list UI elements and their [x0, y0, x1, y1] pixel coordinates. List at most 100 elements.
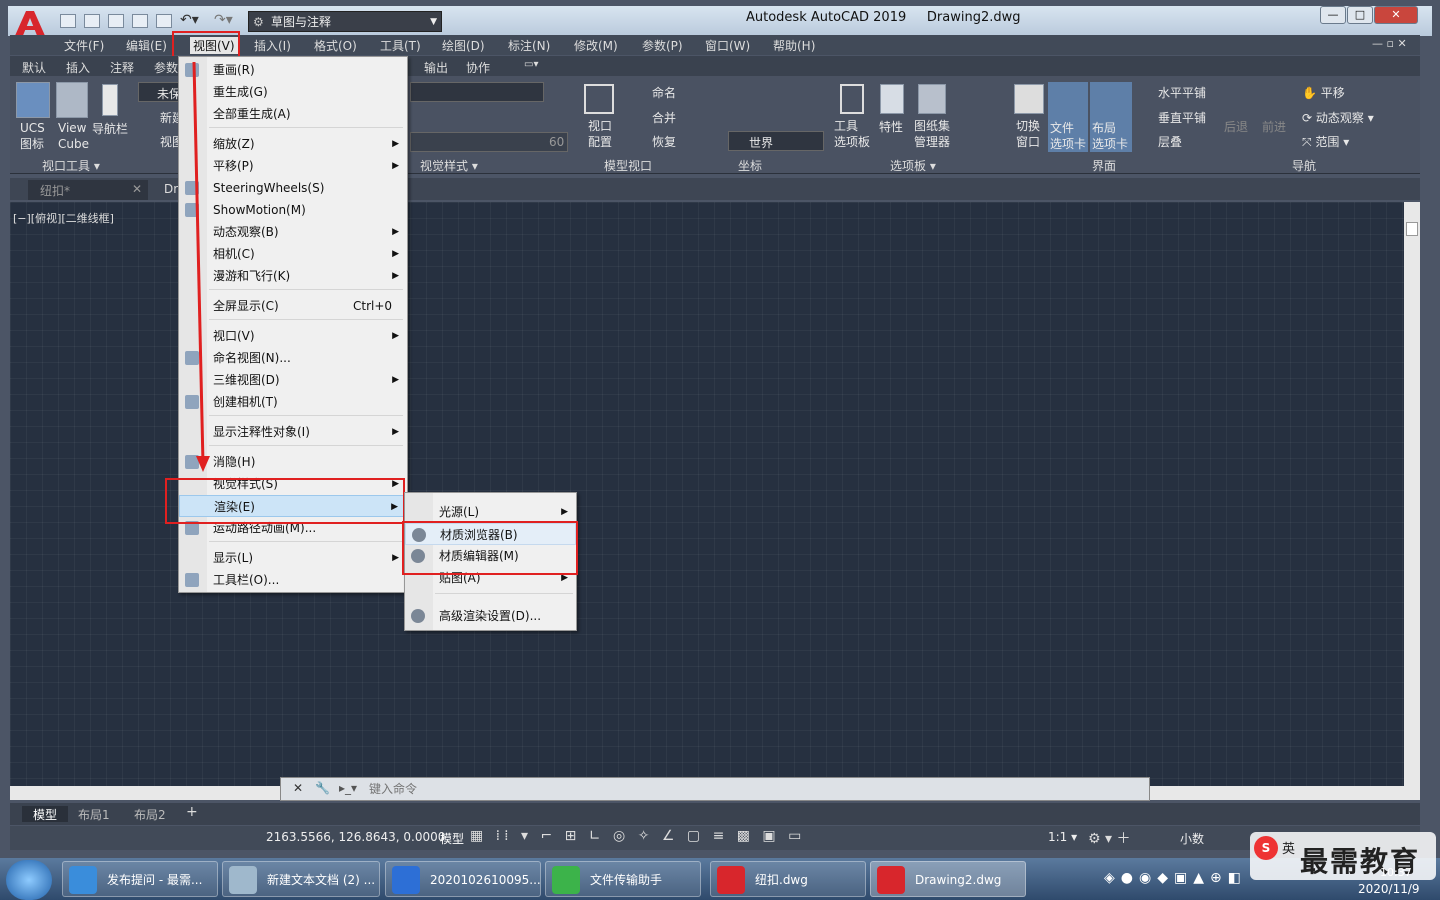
viewport-config-icon[interactable]: [584, 84, 614, 114]
units-selector[interactable]: 小数: [1180, 830, 1204, 847]
taskbar-item-drawing2[interactable]: Drawing2.dwg: [870, 861, 1026, 897]
orbit-tool[interactable]: ⟳ 动态观察 ▾: [1302, 109, 1374, 126]
ime-indicator[interactable]: 英: [1282, 838, 1295, 857]
tab-parametric[interactable]: 参数: [154, 59, 178, 76]
undo-icon[interactable]: ↶▾: [180, 12, 199, 28]
scroll-thumb[interactable]: [1406, 222, 1418, 236]
wrench-icon[interactable]: 🔧: [315, 781, 330, 795]
ucs-icon[interactable]: [16, 82, 50, 118]
tab-output[interactable]: 输出: [424, 59, 448, 76]
tray-icons[interactable]: ◈●◉◆▣▲⊕◧: [1104, 870, 1247, 886]
tab-insert[interactable]: 插入: [66, 59, 90, 76]
nav-forward[interactable]: 前进: [1262, 118, 1286, 135]
file-tab-niukou[interactable]: 纽扣* ✕: [28, 180, 148, 200]
menu-separator: [209, 289, 403, 290]
clock-date[interactable]: 2020/11/9: [1358, 882, 1420, 896]
navbar-icon[interactable]: [102, 84, 118, 116]
taskbar-item-notepad[interactable]: 新建文本文档 (2) ...: [222, 861, 380, 897]
ribbon-toggle-icon[interactable]: ▭▾: [524, 59, 538, 70]
nav-back[interactable]: 后退: [1224, 118, 1248, 135]
menu-modify[interactable]: 修改(M): [574, 37, 618, 54]
render-submenu-item[interactable]: 高级渲染设置(D)...: [405, 605, 576, 627]
tile-horizontal[interactable]: 水平平铺: [1158, 84, 1206, 101]
layout-tabs-toggle[interactable]: 布局 选项卡: [1090, 82, 1132, 152]
tab-default[interactable]: 默认: [22, 59, 46, 76]
tool-palette-label: 工具 选项板: [834, 119, 871, 149]
taskbar-item-wechat[interactable]: 文件传输助手: [545, 861, 701, 897]
menu-file[interactable]: 文件(F): [64, 37, 104, 54]
menu-separator: [209, 319, 403, 320]
layout-tab-model[interactable]: 模型: [22, 806, 68, 822]
vertical-scrollbar[interactable]: [1404, 202, 1420, 786]
workspace-dropdown[interactable]: ⚙ 草图与注释 ▼: [248, 11, 442, 32]
sheetset-icon[interactable]: [918, 84, 946, 114]
menu-edit[interactable]: 编辑(E): [126, 37, 167, 54]
file-tab-drawing2[interactable]: Dr: [164, 182, 178, 196]
properties-icon[interactable]: [880, 84, 904, 114]
menu-tools[interactable]: 工具(T): [380, 37, 421, 54]
visual-style-dropdown[interactable]: [410, 82, 544, 102]
close-icon[interactable]: ✕: [293, 781, 303, 795]
taskbar-item-video[interactable]: 2020102610095...: [385, 861, 541, 897]
panel-viewport-tools[interactable]: 视口工具 ▾: [42, 157, 100, 174]
menu-parametric[interactable]: 参数(P): [642, 37, 683, 54]
menu-dimension[interactable]: 标注(N): [508, 37, 550, 54]
doc-window-controls[interactable]: — ▫ ✕: [1372, 37, 1407, 50]
switch-window-icon[interactable]: [1014, 84, 1044, 114]
tool-palette-icon[interactable]: [840, 84, 864, 114]
switch-window-label: 切换 窗口: [1016, 119, 1041, 149]
cascade[interactable]: 层叠: [1158, 133, 1182, 150]
model-space-toggle[interactable]: 模型: [440, 830, 464, 847]
viewport-controls[interactable]: [−][俯视][二维线框]: [13, 210, 114, 226]
coordinate-readout: 2163.5566, 126.8643, 0.0000: [266, 830, 446, 844]
panel-palettes[interactable]: 选项板 ▾: [890, 157, 936, 174]
print-icon[interactable]: [156, 14, 172, 28]
opacity-field[interactable]: 60: [410, 132, 568, 152]
ucs-label: UCS 图标: [20, 121, 45, 151]
ucs-world-dropdown[interactable]: 世界: [728, 131, 824, 151]
menu-window[interactable]: 窗口(W): [705, 37, 750, 54]
view-menu-item[interactable]: 工具栏(O)...: [179, 569, 407, 591]
taskbar-item-niukou[interactable]: 纽扣.dwg: [710, 861, 866, 897]
tab-collaborate[interactable]: 协作: [466, 59, 490, 76]
viewcube-icon[interactable]: [56, 82, 88, 118]
maximize-button[interactable]: □: [1347, 6, 1373, 24]
close-button[interactable]: ✕: [1374, 6, 1418, 24]
tile-vertical[interactable]: 垂直平铺: [1158, 109, 1206, 126]
menu-help[interactable]: 帮助(H): [773, 37, 815, 54]
new-icon[interactable]: [60, 14, 76, 28]
redo-icon[interactable]: ↷▾: [214, 12, 233, 28]
command-line[interactable]: ✕ 🔧 ▸_▾: [280, 777, 1150, 801]
view-menu-item[interactable]: 显示(L) ▶: [179, 547, 407, 569]
add-layout-button[interactable]: +: [186, 804, 198, 820]
save-as-icon[interactable]: [132, 14, 148, 28]
close-icon[interactable]: ✕: [132, 182, 142, 196]
layout-tab-1[interactable]: 布局1: [78, 806, 110, 823]
drafting-tools-icons[interactable]: ▦ ⁞⁞ ▾ ⌐ ⊞ ∟ ◎ ✧ ∠ ▢ ≡ ▩ ▣ ▭: [470, 828, 805, 844]
command-input[interactable]: [369, 780, 1129, 798]
open-icon[interactable]: [84, 14, 100, 28]
minimize-button[interactable]: —: [1320, 6, 1346, 24]
extents-tool[interactable]: ⤧ 范围 ▾: [1302, 133, 1349, 150]
clock-time[interactable]: 10:37: [1380, 866, 1412, 879]
view-menu-item-label: 三维视图(D): [213, 373, 280, 387]
annotation-scale[interactable]: 1:1 ▾: [1048, 830, 1077, 844]
menu-draw[interactable]: 绘图(D): [442, 37, 485, 54]
menu-insert[interactable]: 插入(I): [254, 37, 291, 54]
start-button[interactable]: [6, 860, 52, 900]
pan-tool[interactable]: ✋ 平移: [1302, 84, 1345, 101]
tab-annotate[interactable]: 注释: [110, 59, 134, 76]
render-submenu-item[interactable]: 光源(L) ▶: [405, 501, 576, 523]
taskbar-item-ie[interactable]: 发布提问 - 最需...: [62, 861, 218, 897]
restore-viewports[interactable]: 恢复: [652, 133, 676, 150]
layout-tab-2[interactable]: 布局2: [134, 806, 166, 823]
ie-icon: [69, 866, 97, 894]
join-viewports[interactable]: 合并: [652, 109, 676, 126]
gear-icon[interactable]: ⚙ ▾ ＋: [1088, 828, 1130, 848]
named-viewports[interactable]: 命名: [652, 84, 676, 101]
menu-format[interactable]: 格式(O): [314, 37, 357, 54]
panel-visual-styles[interactable]: 视觉样式 ▾: [420, 157, 478, 174]
view-menu-item-label: 重画(R): [213, 63, 255, 77]
file-tabs-toggle[interactable]: 文件 选项卡: [1048, 82, 1088, 152]
save-icon[interactable]: [108, 14, 124, 28]
